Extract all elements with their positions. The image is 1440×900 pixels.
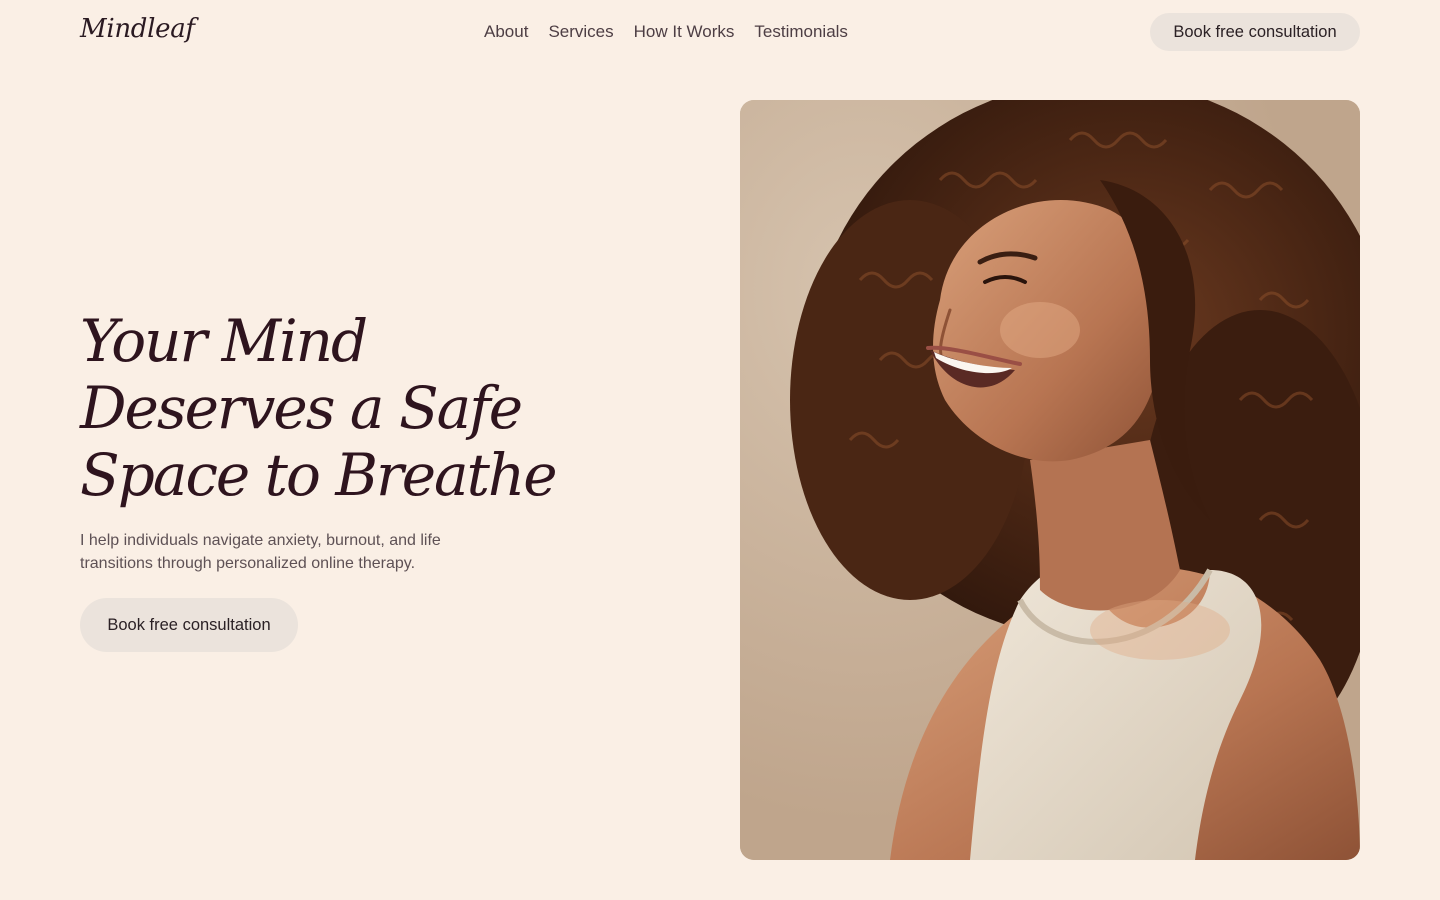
site-header: Mindleaf About Services How It Works Tes…: [0, 0, 1440, 64]
main-nav: About Services How It Works Testimonials: [484, 21, 848, 43]
nav-link-about[interactable]: About: [484, 21, 528, 43]
hero-book-consultation-button[interactable]: Book free consultation: [80, 598, 298, 652]
hero-title-line: Deserves a Safe: [80, 374, 523, 442]
hero-title-line: Your Mind: [80, 307, 368, 375]
nav-link-services[interactable]: Services: [548, 21, 613, 43]
hero-title: Your Mind Deserves a Safe Space to Breat…: [80, 308, 640, 509]
brand-logo[interactable]: Mindleaf: [80, 14, 195, 44]
nav-link-how-it-works[interactable]: How It Works: [634, 21, 735, 43]
nav-link-testimonials[interactable]: Testimonials: [754, 21, 848, 43]
hero-portrait-image: [740, 100, 1360, 860]
header-book-consultation-button[interactable]: Book free consultation: [1150, 13, 1360, 51]
hero-title-line: Space to Breathe: [80, 441, 558, 509]
hero-subtitle: I help individuals navigate anxiety, bur…: [80, 532, 441, 572]
